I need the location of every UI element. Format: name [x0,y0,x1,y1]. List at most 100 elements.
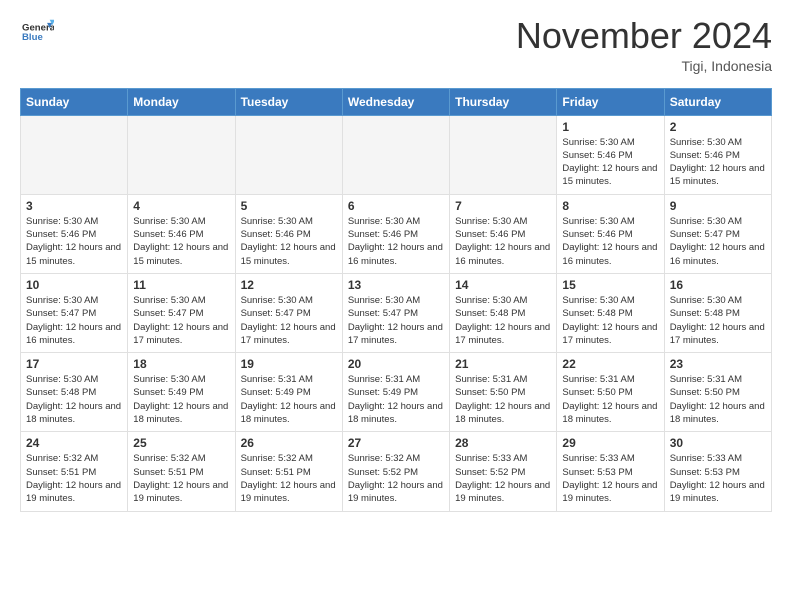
day-info: Sunrise: 5:30 AM Sunset: 5:46 PM Dayligh… [348,215,444,268]
day-number: 6 [348,199,444,213]
header-wednesday: Wednesday [342,88,449,115]
day-number: 15 [562,278,658,292]
calendar-cell: 9 Sunrise: 5:30 AM Sunset: 5:47 PM Daylig… [664,194,771,273]
calendar-cell: 24 Sunrise: 5:32 AM Sunset: 5:51 PM Dayli… [21,432,128,511]
calendar-cell: 5Sunrise: 5:30 AM Sunset: 5:46 PM Daylig… [235,194,342,273]
calendar-cell: 21 Sunrise: 5:31 AM Sunset: 5:50 PM Dayli… [450,353,557,432]
calendar-cell [342,115,449,194]
day-number: 17 [26,357,122,371]
day-number: 11 [133,278,229,292]
day-info: Sunrise: 5:30 AM Sunset: 5:46 PM Dayligh… [455,215,551,268]
day-number: 13 [348,278,444,292]
calendar-cell [450,115,557,194]
logo: General Blue [20,16,54,53]
day-info: Sunrise: 5:32 AM Sunset: 5:51 PM Dayligh… [26,452,122,505]
calendar-cell: 22 Sunrise: 5:31 AM Sunset: 5:50 PM Dayli… [557,353,664,432]
day-number: 9 [670,199,766,213]
day-info: Sunrise: 5:30 AM Sunset: 5:47 PM Dayligh… [133,294,229,347]
day-info: Sunrise: 5:33 AM Sunset: 5:52 PM Dayligh… [455,452,551,505]
day-info: Sunrise: 5:30 AM Sunset: 5:46 PM Dayligh… [670,136,766,189]
title-section: November 2024 Tigi, Indonesia [516,16,772,74]
day-number: 26 [241,436,337,450]
day-info: Sunrise: 5:30 AM Sunset: 5:46 PM Dayligh… [133,215,229,268]
page: General Blue November 2024 Tigi, Indones… [0,0,792,532]
day-number: 2 [670,120,766,134]
month-title: November 2024 [516,16,772,56]
day-number: 27 [348,436,444,450]
location: Tigi, Indonesia [516,58,772,74]
day-info: Sunrise: 5:31 AM Sunset: 5:49 PM Dayligh… [241,373,337,426]
calendar-cell: 1 Sunrise: 5:30 AM Sunset: 5:46 PM Daylig… [557,115,664,194]
header-tuesday: Tuesday [235,88,342,115]
calendar-cell [235,115,342,194]
calendar-row: 17 Sunrise: 5:30 AM Sunset: 5:48 PM Dayli… [21,353,772,432]
day-number: 10 [26,278,122,292]
calendar-cell: 10Sunrise: 5:30 AM Sunset: 5:47 PM Dayli… [21,273,128,352]
day-number: 22 [562,357,658,371]
day-info: Sunrise: 5:31 AM Sunset: 5:50 PM Dayligh… [455,373,551,426]
day-number: 18 [133,357,229,371]
day-info: Sunrise: 5:30 AM Sunset: 5:48 PM Dayligh… [26,373,122,426]
calendar-cell: 6 Sunrise: 5:30 AM Sunset: 5:46 PM Daylig… [342,194,449,273]
day-info: Sunrise: 5:32 AM Sunset: 5:51 PM Dayligh… [241,452,337,505]
day-info: Sunrise: 5:30 AM Sunset: 5:47 PM Dayligh… [348,294,444,347]
calendar-cell: 29 Sunrise: 5:33 AM Sunset: 5:53 PM Dayli… [557,432,664,511]
header-thursday: Thursday [450,88,557,115]
day-info: Sunrise: 5:31 AM Sunset: 5:50 PM Dayligh… [670,373,766,426]
day-info: Sunrise: 5:30 AM Sunset: 5:48 PM Dayligh… [670,294,766,347]
header: General Blue November 2024 Tigi, Indones… [20,16,772,74]
day-number: 19 [241,357,337,371]
calendar-header: Sunday Monday Tuesday Wednesday Thursday… [21,88,772,115]
header-saturday: Saturday [664,88,771,115]
calendar-cell: 16 Sunrise: 5:30 AM Sunset: 5:48 PM Dayli… [664,273,771,352]
calendar-table: Sunday Monday Tuesday Wednesday Thursday… [20,88,772,512]
svg-text:Blue: Blue [22,32,43,43]
day-number: 12 [241,278,337,292]
day-info: Sunrise: 5:32 AM Sunset: 5:51 PM Dayligh… [133,452,229,505]
calendar-row: 3 Sunrise: 5:30 AM Sunset: 5:46 PM Daylig… [21,194,772,273]
day-number: 8 [562,199,658,213]
calendar-cell: 2 Sunrise: 5:30 AM Sunset: 5:46 PM Daylig… [664,115,771,194]
header-monday: Monday [128,88,235,115]
calendar-cell: 28 Sunrise: 5:33 AM Sunset: 5:52 PM Dayli… [450,432,557,511]
header-row: Sunday Monday Tuesday Wednesday Thursday… [21,88,772,115]
day-info: Sunrise: 5:30 AM Sunset: 5:49 PM Dayligh… [133,373,229,426]
day-info: Sunrise: 5:30 AM Sunset: 5:48 PM Dayligh… [455,294,551,347]
day-info: Sunrise: 5:30 AM Sunset: 5:46 PM Dayligh… [562,136,658,189]
calendar-cell: 3Sunrise: 5:30 AM Sunset: 5:46 PM Daylig… [21,194,128,273]
day-number: 28 [455,436,551,450]
day-info: Sunrise: 5:30 AM Sunset: 5:47 PM Dayligh… [670,215,766,268]
day-number: 29 [562,436,658,450]
day-number: 21 [455,357,551,371]
day-number: 3 [26,199,122,213]
calendar-cell: 25Sunrise: 5:32 AM Sunset: 5:51 PM Dayli… [128,432,235,511]
calendar-cell: 27 Sunrise: 5:32 AM Sunset: 5:52 PM Dayli… [342,432,449,511]
calendar-cell: 12Sunrise: 5:30 AM Sunset: 5:47 PM Dayli… [235,273,342,352]
calendar-row: 10 Sunrise: 5:30 AM Sunset: 5:47 PM Dayli… [21,273,772,352]
header-sunday: Sunday [21,88,128,115]
calendar-cell: 7Sunrise: 5:30 AM Sunset: 5:46 PM Daylig… [450,194,557,273]
day-info: Sunrise: 5:30 AM Sunset: 5:46 PM Dayligh… [562,215,658,268]
day-info: Sunrise: 5:31 AM Sunset: 5:50 PM Dayligh… [562,373,658,426]
day-info: Sunrise: 5:32 AM Sunset: 5:52 PM Dayligh… [348,452,444,505]
calendar-cell: 15 Sunrise: 5:30 AM Sunset: 5:48 PM Dayli… [557,273,664,352]
calendar-cell: 11 Sunrise: 5:30 AM Sunset: 5:47 PM Dayli… [128,273,235,352]
day-number: 16 [670,278,766,292]
calendar-cell: 14Sunrise: 5:30 AM Sunset: 5:48 PM Dayli… [450,273,557,352]
calendar-body: 1 Sunrise: 5:30 AM Sunset: 5:46 PM Daylig… [21,115,772,511]
calendar-cell: 30Sunrise: 5:33 AM Sunset: 5:53 PM Dayli… [664,432,771,511]
calendar-cell: 18 Sunrise: 5:30 AM Sunset: 5:49 PM Dayli… [128,353,235,432]
calendar-row: 24 Sunrise: 5:32 AM Sunset: 5:51 PM Dayli… [21,432,772,511]
calendar-cell: 19 Sunrise: 5:31 AM Sunset: 5:49 PM Dayli… [235,353,342,432]
calendar-cell: 8 Sunrise: 5:30 AM Sunset: 5:46 PM Daylig… [557,194,664,273]
day-number: 30 [670,436,766,450]
day-number: 24 [26,436,122,450]
calendar-cell: 23Sunrise: 5:31 AM Sunset: 5:50 PM Dayli… [664,353,771,432]
calendar-cell [128,115,235,194]
header-friday: Friday [557,88,664,115]
day-info: Sunrise: 5:30 AM Sunset: 5:48 PM Dayligh… [562,294,658,347]
day-number: 4 [133,199,229,213]
day-info: Sunrise: 5:33 AM Sunset: 5:53 PM Dayligh… [562,452,658,505]
day-number: 1 [562,120,658,134]
logo-icon: General Blue [22,16,54,48]
